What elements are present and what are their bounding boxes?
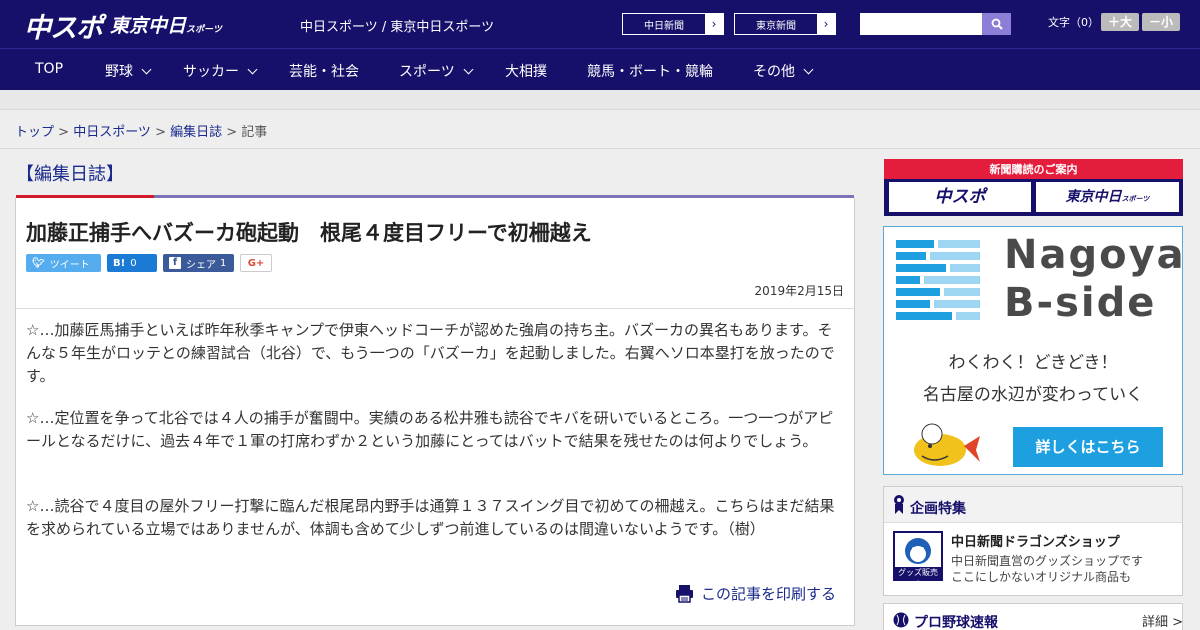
nav-item-other[interactable]: その他 bbox=[753, 61, 814, 81]
ad-tagline1: わくわく！どきどき！ bbox=[948, 353, 1118, 373]
dragons-mascot-icon bbox=[905, 538, 931, 564]
site-names: 中日スポーツ / 東京中日スポーツ bbox=[300, 20, 495, 35]
baseball-scores-title: プロ野球速報 bbox=[914, 615, 998, 630]
chevron-down-icon bbox=[247, 64, 258, 74]
building-graphic-icon bbox=[896, 240, 980, 320]
breadcrumb-link-top[interactable]: トップ bbox=[15, 125, 54, 140]
nav-label: スポーツ bbox=[399, 64, 455, 80]
tweet-label: ツイート bbox=[49, 259, 90, 271]
main-nav: TOP 野球 サッカー 芸能・社会 スポーツ 大相撲 競馬・ボート・競輪 その他 bbox=[0, 48, 1200, 90]
dragons-shop-thumbnail[interactable]: グッズ販売中 bbox=[893, 531, 943, 589]
article-date: 2019年2月15日 bbox=[754, 284, 844, 298]
nav-label: 芸能・社会 bbox=[289, 64, 359, 80]
breadcrumb-sep: > bbox=[222, 125, 242, 140]
tokyo-chunichi-logo[interactable]: 東京中日スポーツ bbox=[110, 11, 222, 38]
breadcrumb-sep: > bbox=[54, 125, 74, 140]
chevron-right-icon: › bbox=[817, 14, 835, 34]
tokyo-logo-text: 東京中日 bbox=[110, 15, 187, 37]
facebook-icon: f bbox=[169, 257, 181, 269]
chevron-down-icon bbox=[463, 64, 474, 74]
ribbon-icon bbox=[894, 495, 904, 514]
chuspo-logo[interactable]: 中スポ bbox=[24, 6, 103, 45]
print-label: この記事を印刷する bbox=[701, 585, 837, 603]
nav-item-racing[interactable]: 競馬・ボート・競輪 bbox=[587, 61, 713, 81]
article-paragraph: ☆…読谷で４度目の屋外フリー打撃に臨んだ根尾昂内野手は通算１３７スイング目で初め… bbox=[26, 497, 835, 538]
nav-label: 野球 bbox=[105, 64, 133, 80]
facebook-share-label: シェア bbox=[186, 259, 216, 271]
printer-icon bbox=[676, 585, 693, 603]
chunichi-shimbun-label: 中日新聞 bbox=[644, 20, 684, 32]
hatena-bookmark-button[interactable]: B! 0 bbox=[107, 254, 157, 272]
nav-label: TOP bbox=[35, 61, 64, 77]
fried-shrimp-mascot-icon bbox=[914, 423, 980, 466]
tokyo-shimbun-link[interactable]: 東京新聞 › bbox=[734, 13, 836, 35]
nav-item-entertainment[interactable]: 芸能・社会 bbox=[289, 61, 359, 81]
tweet-button[interactable]: 🐦︎ ツイート bbox=[26, 254, 101, 272]
search-input[interactable] bbox=[860, 13, 982, 35]
ad-title-line1: Nagoya bbox=[1004, 232, 1186, 278]
subscription-tokyo-text: 東京中日 bbox=[1065, 189, 1122, 205]
nav-label: 競馬・ボート・競輪 bbox=[587, 64, 713, 80]
tokyo-logo-small: スポーツ bbox=[186, 25, 222, 35]
nav-item-soccer[interactable]: サッカー bbox=[183, 61, 258, 81]
font-smaller-button[interactable]: －小 bbox=[1142, 13, 1180, 31]
feature-panel-title: 企画特集 bbox=[910, 501, 966, 517]
nav-item-top[interactable]: TOP bbox=[35, 61, 63, 77]
subscription-tokyo-small: スポーツ bbox=[1121, 195, 1150, 203]
hatena-count: 0 bbox=[130, 257, 137, 269]
facebook-share-button[interactable]: f シェア 1 bbox=[163, 254, 234, 272]
breadcrumb-link-editorial-diary[interactable]: 編集日誌 bbox=[170, 125, 222, 140]
article-paragraph: ☆…加藤匠馬捕手といえば昨年秋季キャンプで伊東ヘッドコーチが認めた強肩の持ち主。… bbox=[26, 321, 835, 385]
print-article-link[interactable]: この記事を印刷する bbox=[675, 583, 836, 604]
nav-label: サッカー bbox=[183, 64, 239, 80]
nav-item-sports[interactable]: スポーツ bbox=[399, 61, 474, 81]
nav-label: 大相撲 bbox=[505, 64, 547, 80]
hatena-icon: B! bbox=[113, 257, 126, 269]
twitter-icon: 🐦︎ bbox=[32, 257, 45, 269]
google-plus-button[interactable]: G+ bbox=[240, 254, 272, 272]
baseball-icon bbox=[893, 612, 909, 628]
top-header: 中スポ 東京中日スポーツ 中日スポーツ / 東京中日スポーツ 中日新聞 › 東京… bbox=[0, 0, 1200, 48]
ad-title-line2: B-side bbox=[1004, 280, 1157, 326]
feature-desc: ここにしかないオリジナル商品も bbox=[951, 570, 1132, 584]
article-headline: 加藤正捕手へバズーカ砲起動 根尾４度目フリーで初柵越え bbox=[26, 221, 592, 245]
baseball-details-link[interactable]: 詳細 > bbox=[1142, 611, 1183, 630]
font-size-label: 文字（0） bbox=[1048, 16, 1099, 29]
feature-desc: 中日新聞直営のグッズショップです bbox=[951, 554, 1144, 568]
breadcrumb-current: 記事 bbox=[241, 125, 268, 140]
chevron-right-icon: › bbox=[705, 14, 723, 34]
nav-item-sumo[interactable]: 大相撲 bbox=[505, 61, 547, 81]
tokyo-shimbun-label: 東京新聞 bbox=[756, 20, 796, 32]
thumbnail-label: グッズ販売中 bbox=[895, 567, 941, 589]
breadcrumb-link-chunichi-sports[interactable]: 中日スポーツ bbox=[73, 125, 151, 140]
subscription-title: 新聞購読のご案内 bbox=[989, 163, 1078, 176]
dragons-shop-link[interactable]: 中日新聞ドラゴンズショップ bbox=[951, 531, 1120, 550]
article-paragraph: ☆…定位置を争って北谷では４人の捕手が奮闘中。実績のある松井雅も読谷でキバを研い… bbox=[26, 409, 834, 450]
search-icon bbox=[991, 18, 1003, 30]
chevron-down-icon bbox=[141, 64, 152, 74]
facebook-share-count: 1 bbox=[220, 257, 227, 269]
subscription-chuspo-logo[interactable]: 中スポ bbox=[889, 182, 1031, 212]
nav-label: その他 bbox=[753, 64, 795, 80]
chevron-down-icon bbox=[803, 64, 814, 74]
search-button[interactable] bbox=[982, 13, 1011, 35]
breadcrumb-sep: > bbox=[150, 125, 171, 140]
divider bbox=[0, 148, 1200, 149]
breadcrumb: トップ > 中日スポーツ > 編集日誌 > 記事 bbox=[15, 121, 267, 140]
font-bigger-button[interactable]: ＋大 bbox=[1101, 13, 1139, 31]
subscription-tokyo-logo[interactable]: 東京中日スポーツ bbox=[1036, 182, 1179, 212]
section-title: 【編集日誌】 bbox=[16, 164, 124, 185]
nav-item-baseball[interactable]: 野球 bbox=[105, 61, 152, 81]
sub-nav-bar bbox=[0, 90, 1200, 110]
ad-details-button[interactable]: 詳しくはこちら bbox=[1013, 427, 1163, 467]
ad-tagline2: 名古屋の水辺が変わっていく bbox=[922, 385, 1144, 405]
divider bbox=[16, 308, 854, 309]
chunichi-shimbun-link[interactable]: 中日新聞 › bbox=[622, 13, 724, 35]
